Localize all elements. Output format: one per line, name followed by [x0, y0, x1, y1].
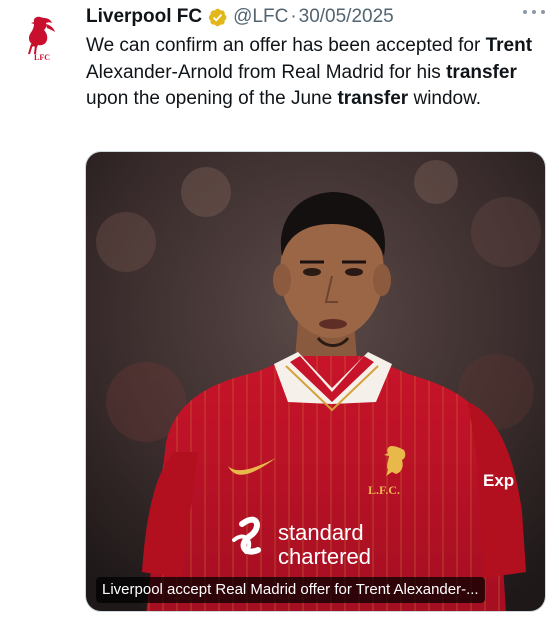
liverbird-crest-icon: LFC — [28, 16, 55, 62]
tweet-text-part: upon the opening of the June — [86, 88, 338, 109]
tweet-text-part: We can confirm an offer has been accepte… — [86, 35, 486, 56]
tweet-text-bold: transfer — [337, 88, 409, 109]
sponsor-line-2: chartered — [278, 544, 371, 569]
tweet-media[interactable]: L.F.C. standard chartered Exp Liverpool … — [85, 151, 546, 612]
sponsor-line-1: standard — [278, 520, 364, 545]
tweet-text-part: window. — [408, 88, 482, 109]
tweet-text: We can confirm an offer has been accepte… — [86, 33, 536, 113]
verified-badge-icon — [208, 8, 227, 26]
tweet-text-bold: Trent — [485, 35, 533, 56]
shirt-crest-text: L.F.C. — [368, 483, 400, 497]
media-caption[interactable]: Liverpool accept Real Madrid offer for T… — [96, 577, 485, 603]
tweet-header: Liverpool FC @LFC · 30/05/2025 — [86, 4, 394, 30]
separator-dot: · — [290, 6, 297, 27]
player-photo: L.F.C. standard chartered Exp — [86, 152, 545, 611]
tweet-text-bold: transfer — [446, 61, 517, 83]
avatar[interactable]: LFC — [20, 14, 64, 62]
more-options-icon[interactable] — [523, 4, 545, 20]
display-name[interactable]: Liverpool FC — [86, 6, 202, 28]
user-handle[interactable]: @LFC — [233, 6, 288, 28]
tweet[interactable]: LFC Liverpool FC @LFC · 30/05/2025 We ca… — [0, 0, 559, 619]
tweet-date[interactable]: 30/05/2025 — [299, 6, 394, 28]
tweet-text-part: Alexander-Arnold from Real Madrid for hi… — [86, 61, 447, 83]
avatar-crest-text: LFC — [34, 53, 50, 62]
sleeve-sponsor-text: Exp — [483, 471, 514, 490]
